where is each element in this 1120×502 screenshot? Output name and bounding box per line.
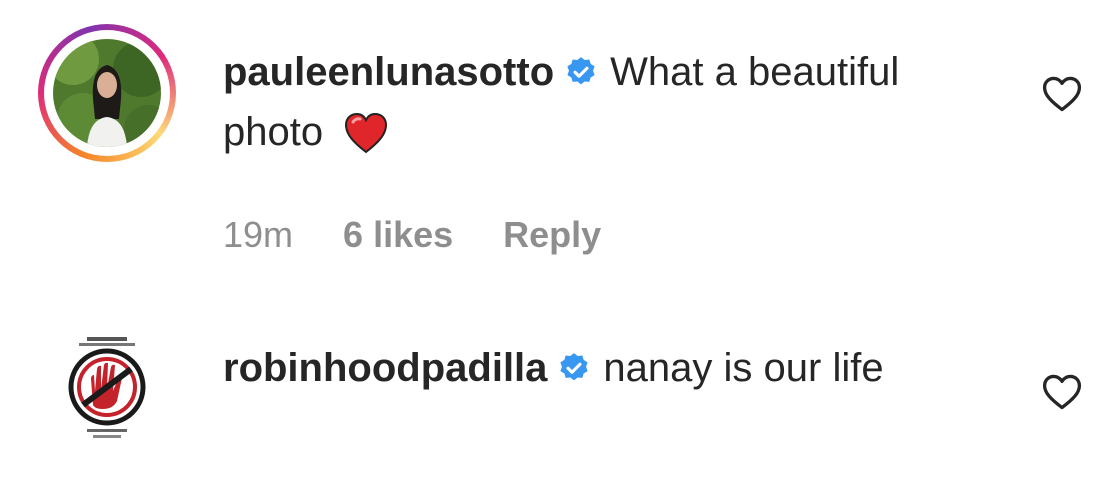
comment-meta: 19m 6 likes Reply	[223, 214, 641, 256]
avatar-image	[53, 39, 161, 147]
comment-item: robinhoodpadilla nanay is our life	[0, 335, 1120, 485]
verified-badge-icon	[560, 353, 589, 381]
comment-likes[interactable]: 6 likes	[343, 214, 453, 255]
like-heart-icon[interactable]	[1040, 370, 1084, 414]
comment-body: nanay is our life	[603, 346, 884, 390]
avatar[interactable]	[53, 39, 161, 147]
comment-username[interactable]: pauleenlunasotto	[223, 50, 554, 94]
avatar-image	[68, 337, 146, 438]
verified-badge-icon	[567, 57, 595, 85]
comment-timestamp[interactable]: 19m	[223, 214, 293, 255]
avatar[interactable]	[57, 335, 157, 445]
reply-button[interactable]: Reply	[503, 214, 601, 255]
comment-text-block: pauleenlunasotto What a beautiful photo	[223, 42, 943, 162]
like-heart-icon[interactable]	[1040, 72, 1084, 116]
comment-item: pauleenlunasotto What a beautiful photo …	[0, 22, 1120, 255]
red-heart-icon	[345, 112, 388, 154]
comment-username[interactable]: robinhoodpadilla	[223, 346, 547, 390]
comment-text-block: robinhoodpadilla nanay is our life	[223, 338, 943, 398]
